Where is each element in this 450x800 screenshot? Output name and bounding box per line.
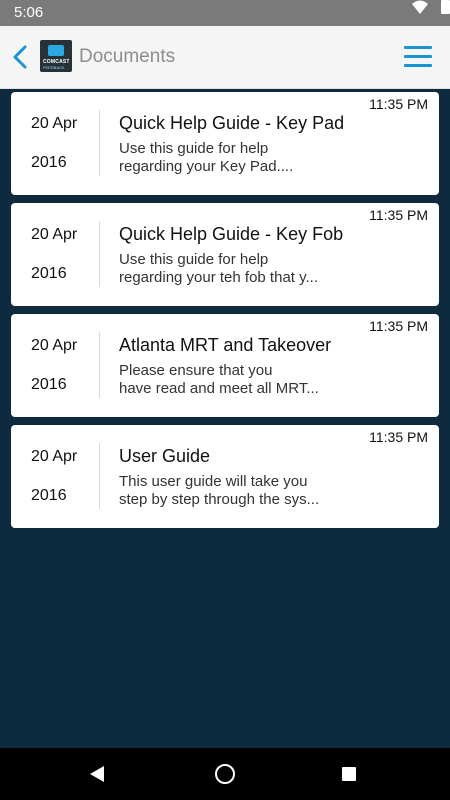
document-year: 2016 bbox=[31, 376, 67, 393]
document-day: 20 Apr bbox=[31, 448, 78, 465]
document-title: User Guide bbox=[119, 446, 211, 466]
chat-bubble-icon bbox=[48, 45, 64, 56]
app-logo: COMCAST FEEDBACK bbox=[40, 40, 72, 72]
document-card[interactable]: 11:35 PM 20 Apr 2016 Quick Help Guide - … bbox=[11, 203, 439, 306]
document-time: 11:35 PM bbox=[369, 96, 428, 112]
card-divider bbox=[99, 221, 100, 287]
document-year: 2016 bbox=[31, 487, 67, 504]
documents-list: 11:35 PM 20 Apr 2016 Quick Help Guide - … bbox=[11, 92, 439, 536]
document-card[interactable]: 11:35 PM 20 Apr 2016 Quick Help Guide - … bbox=[11, 92, 439, 195]
document-year: 2016 bbox=[31, 265, 67, 282]
document-description-line2: regarding your Key Pad.... bbox=[119, 158, 294, 175]
document-description-line1: This user guide will take you bbox=[119, 473, 308, 490]
battery-icon bbox=[441, 0, 450, 14]
hamburger-menu-icon[interactable] bbox=[404, 46, 432, 68]
logo-text-secondary: FEEDBACK bbox=[43, 65, 65, 70]
document-description-line1: Please ensure that you bbox=[119, 362, 273, 379]
status-bar: 5:06 bbox=[0, 0, 450, 26]
nav-home-icon[interactable] bbox=[215, 764, 235, 784]
app-bar: COMCAST FEEDBACK Documents bbox=[0, 26, 450, 89]
document-description-line2: have read and meet all MRT... bbox=[119, 380, 319, 397]
document-description-line2: step by step through the sys... bbox=[119, 491, 320, 508]
document-title: Quick Help Guide - Key Pad bbox=[119, 113, 345, 133]
document-day: 20 Apr bbox=[31, 226, 78, 243]
document-day: 20 Apr bbox=[31, 115, 78, 132]
document-title: Quick Help Guide - Key Fob bbox=[119, 224, 344, 244]
document-description-line1: Use this guide for help bbox=[119, 251, 269, 268]
document-card[interactable]: 11:35 PM 20 Apr 2016 Atlanta MRT and Tak… bbox=[11, 314, 439, 417]
document-description-line2: regarding your teh fob that y... bbox=[119, 269, 319, 286]
document-time: 11:35 PM bbox=[369, 207, 428, 223]
card-divider bbox=[99, 443, 100, 509]
document-card[interactable]: 11:35 PM 20 Apr 2016 User Guide This use… bbox=[11, 425, 439, 528]
document-year: 2016 bbox=[31, 154, 67, 171]
status-time: 5:06 bbox=[14, 4, 44, 21]
system-nav-bar bbox=[0, 748, 450, 800]
document-title: Atlanta MRT and Takeover bbox=[119, 335, 332, 355]
document-time: 11:35 PM bbox=[369, 318, 428, 334]
wifi-icon bbox=[412, 0, 428, 14]
card-divider bbox=[99, 332, 100, 398]
back-arrow-icon[interactable] bbox=[10, 44, 32, 70]
page-title: Documents bbox=[79, 46, 176, 67]
document-description-line1: Use this guide for help bbox=[119, 140, 269, 157]
card-divider bbox=[99, 110, 100, 176]
nav-recents-icon[interactable] bbox=[342, 767, 356, 781]
nav-back-icon[interactable] bbox=[90, 766, 106, 782]
document-time: 11:35 PM bbox=[369, 429, 428, 445]
document-day: 20 Apr bbox=[31, 337, 78, 354]
